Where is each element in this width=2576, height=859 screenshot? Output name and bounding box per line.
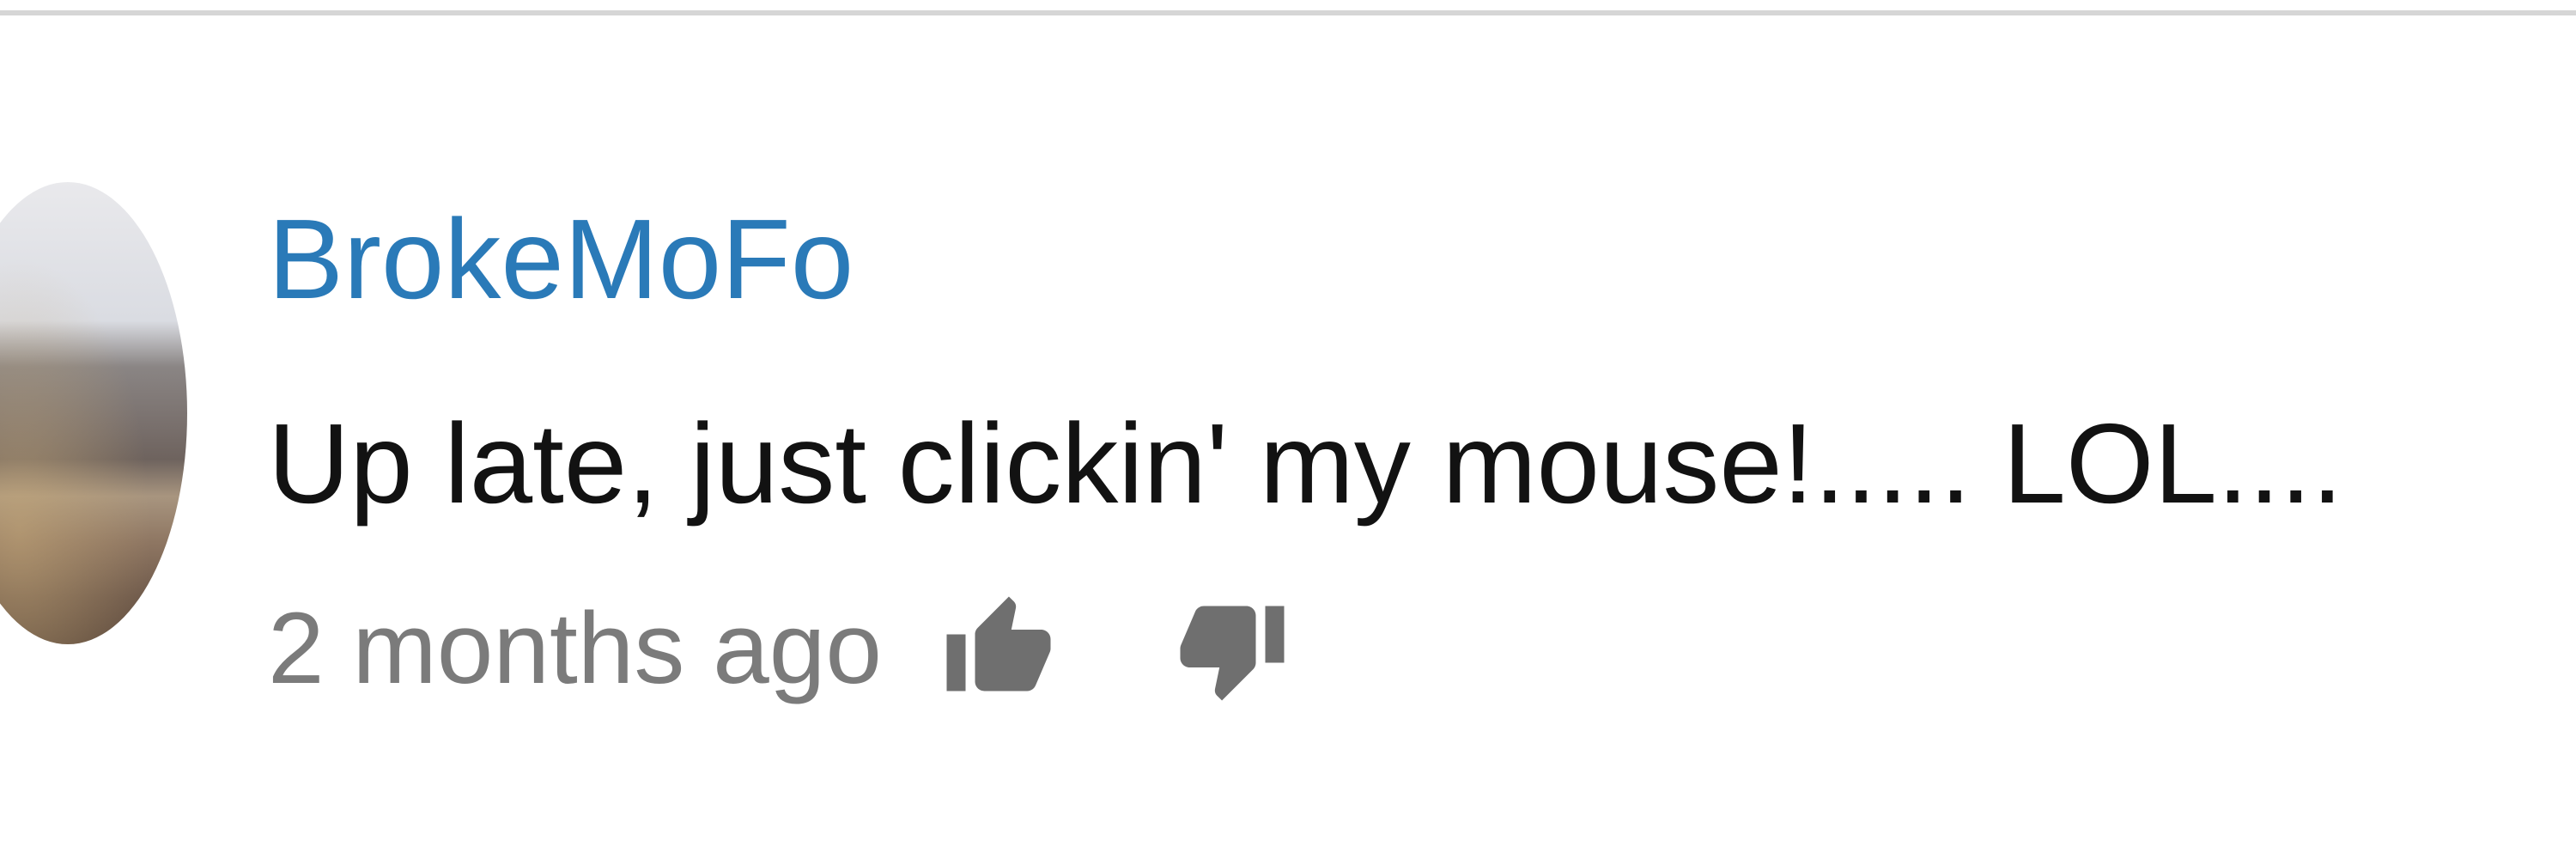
thumbs-up-icon <box>946 596 1051 691</box>
comment-text: Up late, just clickin' my mouse!..... LO… <box>268 400 2343 527</box>
comment-meta: 2 months ago <box>268 584 1289 713</box>
avatar[interactable] <box>0 182 187 644</box>
like-button[interactable] <box>942 592 1055 705</box>
thumbs-down-icon <box>1180 606 1285 701</box>
comment-author[interactable]: BrokeMoFo <box>268 191 854 328</box>
comment-item: BrokeMoFo Up late, just clickin' my mous… <box>0 0 2576 859</box>
dislike-button[interactable] <box>1176 592 1289 705</box>
comment-timestamp: 2 months ago <box>268 592 883 705</box>
avatar-image <box>0 182 187 644</box>
